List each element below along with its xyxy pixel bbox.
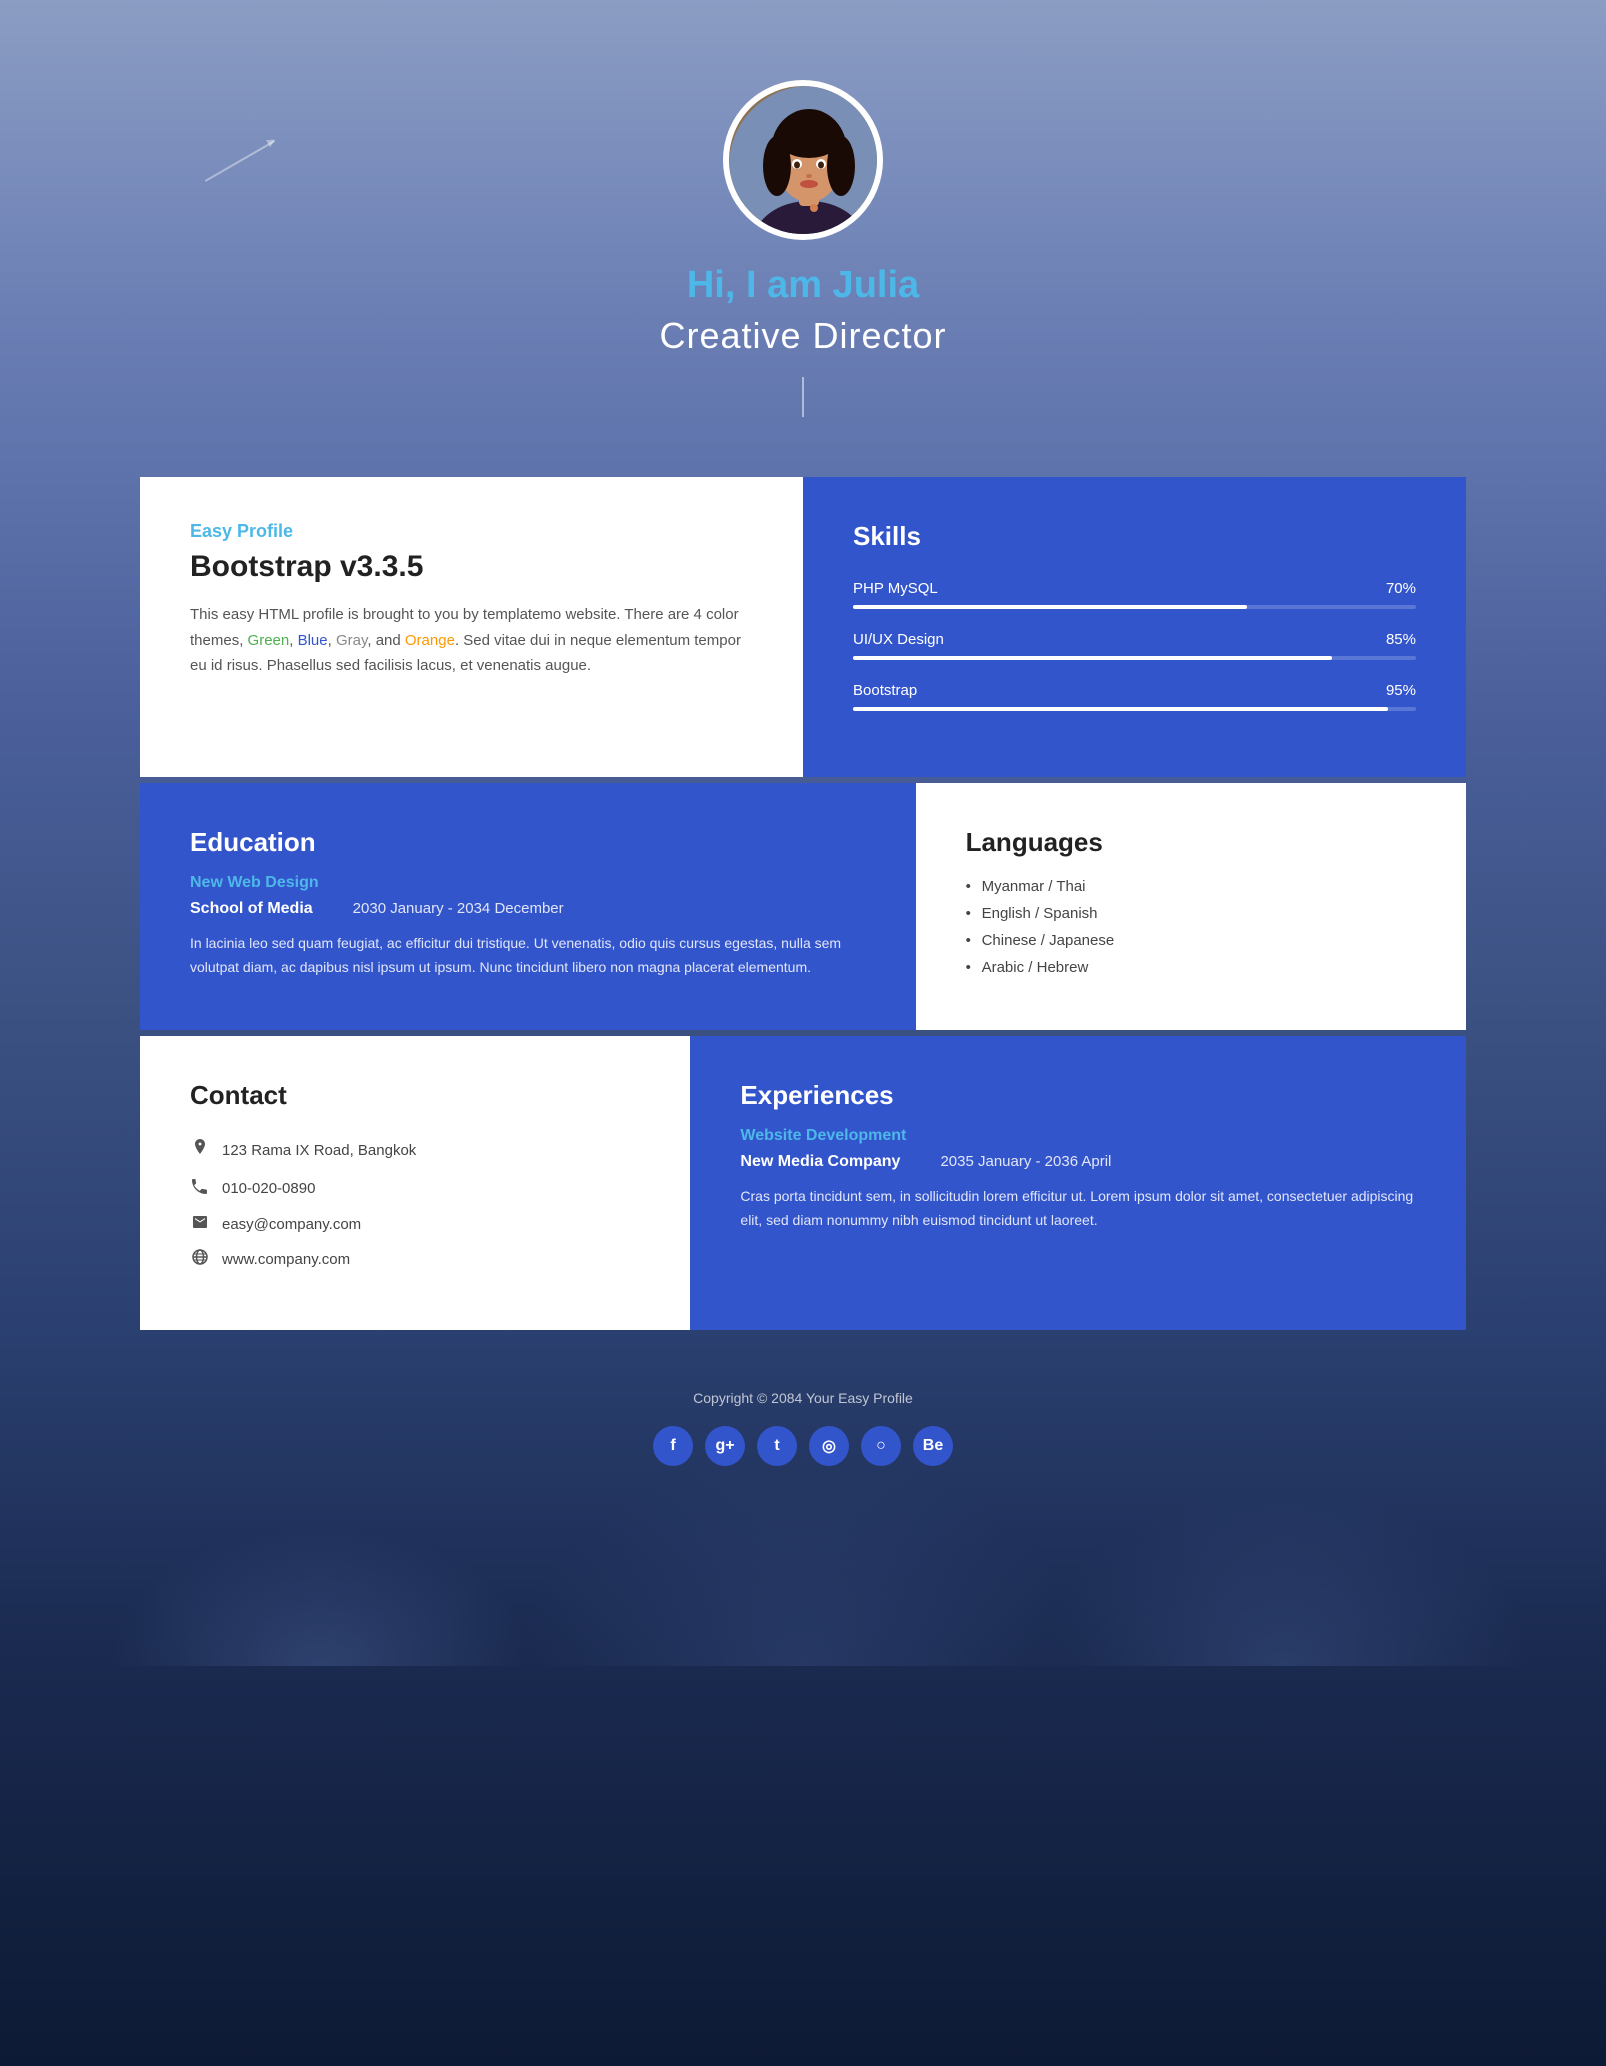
hero-section: Hi, I am Julia Creative Director [0,0,1606,477]
skill-php-name: PHP MySQL [853,580,938,597]
languages-card: Languages Myanmar / Thai English / Spani… [916,783,1466,1030]
phone-icon [190,1178,210,1199]
skill-php-bar-fill [853,605,1247,609]
about-text: This easy HTML profile is brought to you… [190,602,753,679]
language-list: Myanmar / Thai English / Spanish Chinese… [966,878,1416,976]
social-twitter-button[interactable]: t [757,1426,797,1466]
experiences-title: Experiences [740,1080,1416,1111]
exp-dates: 2035 January - 2036 April [940,1153,1111,1170]
skill-php-percent: 70% [1386,580,1416,597]
education-card: Education New Web Design School of Media… [140,783,916,1030]
exp-company: New Media Company [740,1153,900,1171]
content-area: Easy Profile Bootstrap v3.3.5 This easy … [0,477,1606,1330]
row-contact-experiences: Contact 123 Rama IX Road, Bangkok [140,1036,1466,1330]
contact-email: easy@company.com [190,1215,640,1233]
location-icon [190,1139,210,1162]
hero-title: Creative Director [0,315,1606,357]
skill-php-header: PHP MySQL 70% [853,580,1416,597]
contact-website-text: www.company.com [222,1251,350,1268]
contact-phone: 010-020-0890 [190,1178,640,1199]
contact-address: 123 Rama IX Road, Bangkok [190,1139,640,1162]
social-behance-button[interactable]: Be [913,1426,953,1466]
skills-card: Skills PHP MySQL 70% UI/UX Design 85% [803,477,1466,777]
skill-php: PHP MySQL 70% [853,580,1416,609]
language-arabic: Arabic / Hebrew [966,959,1416,976]
social-dribbble-button[interactable]: ◎ [809,1426,849,1466]
about-card: Easy Profile Bootstrap v3.3.5 This easy … [140,477,803,777]
row-about-skills: Easy Profile Bootstrap v3.3.5 This easy … [140,477,1466,777]
color-blue: Blue [298,632,328,649]
skill-ux-bar-fill [853,656,1332,660]
color-green: Green [248,632,290,649]
skill-bootstrap-name: Bootstrap [853,682,917,699]
education-header: School of Media 2030 January - 2034 Dece… [190,900,866,918]
languages-title: Languages [966,827,1416,858]
edu-dates: 2030 January - 2034 December [353,900,564,917]
row-education-languages: Education New Web Design School of Media… [140,783,1466,1030]
skill-ux: UI/UX Design 85% [853,631,1416,660]
contact-address-text: 123 Rama IX Road, Bangkok [222,1142,416,1159]
footer: Copyright © 2084 Your Easy Profile f g+ … [0,1330,1606,1506]
edu-description: In lacinia leo sed quam feugiat, ac effi… [190,932,866,980]
avatar-image [729,86,883,240]
hero-greeting: Hi, I am Julia [0,264,1606,307]
language-chinese: Chinese / Japanese [966,932,1416,949]
footer-social-icons: f g+ t ◎ ○ Be [0,1426,1606,1466]
experiences-card: Experiences Website Development New Medi… [690,1036,1466,1330]
color-orange: Orange [405,632,455,649]
globe-icon [190,1249,210,1270]
social-facebook-button[interactable]: f [653,1426,693,1466]
skill-php-bar-bg [853,605,1416,609]
experiences-header: New Media Company 2035 January - 2036 Ap… [740,1153,1416,1171]
edu-institution: School of Media [190,900,313,918]
skill-bootstrap-bar-fill [853,707,1388,711]
social-googleplus-button[interactable]: g+ [705,1426,745,1466]
language-myanmar: Myanmar / Thai [966,878,1416,895]
skill-ux-header: UI/UX Design 85% [853,631,1416,648]
contact-email-text: easy@company.com [222,1216,361,1233]
education-subsection: New Web Design [190,874,866,892]
exp-description: Cras porta tincidunt sem, in sollicitudi… [740,1185,1416,1233]
page-wrapper: Hi, I am Julia Creative Director Easy Pr… [0,0,1606,1506]
language-english: English / Spanish [966,905,1416,922]
social-github-button[interactable]: ○ [861,1426,901,1466]
skill-bootstrap: Bootstrap 95% [853,682,1416,711]
skill-ux-percent: 85% [1386,631,1416,648]
contact-title: Contact [190,1080,640,1111]
contact-website: www.company.com [190,1249,640,1270]
skill-bootstrap-percent: 95% [1386,682,1416,699]
color-gray: Gray [336,632,367,649]
contact-phone-text: 010-020-0890 [222,1180,315,1197]
experiences-subsection: Website Development [740,1127,1416,1145]
email-icon [190,1215,210,1233]
decorative-arrow [205,140,275,182]
education-title: Education [190,827,866,858]
skill-ux-name: UI/UX Design [853,631,944,648]
skill-bootstrap-bar-bg [853,707,1416,711]
skills-title: Skills [853,521,1416,552]
footer-copyright: Copyright © 2084 Your Easy Profile [0,1390,1606,1406]
about-title: Bootstrap v3.3.5 [190,550,753,584]
easy-profile-label: Easy Profile [190,521,753,542]
skill-bootstrap-header: Bootstrap 95% [853,682,1416,699]
contact-card: Contact 123 Rama IX Road, Bangkok [140,1036,690,1330]
avatar [723,80,883,240]
skill-ux-bar-bg [853,656,1416,660]
